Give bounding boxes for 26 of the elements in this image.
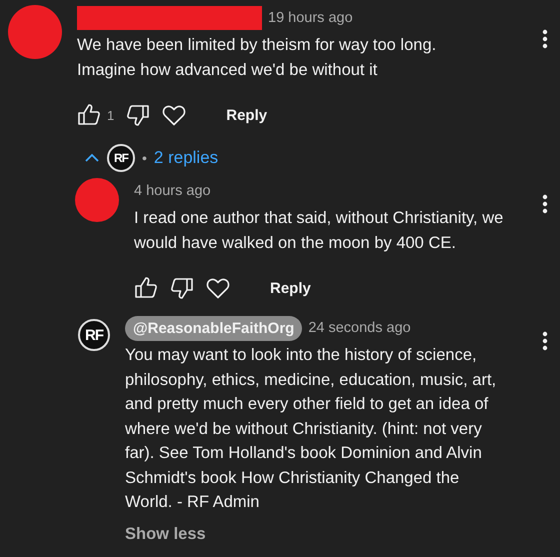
avatar[interactable]: [8, 5, 62, 59]
reply-button[interactable]: Reply: [264, 276, 317, 300]
heart-icon[interactable]: [162, 104, 186, 126]
more-options-icon[interactable]: [542, 194, 548, 214]
more-options-icon[interactable]: [542, 29, 548, 49]
timestamp: 24 seconds ago: [308, 320, 411, 336]
thumbs-up-icon[interactable]: [77, 103, 101, 127]
separator-dot: •: [142, 150, 147, 166]
like-count: 1: [107, 108, 114, 122]
thumbs-down-icon[interactable]: [170, 276, 194, 300]
avatar[interactable]: [75, 178, 119, 222]
heart-icon[interactable]: [206, 277, 230, 299]
comment-text: I read one author that said, without Christianity, we would have walked on the moon by 400 CE.: [134, 208, 504, 254]
thumbs-up-icon[interactable]: [134, 276, 158, 300]
show-less-button[interactable]: Show less: [125, 524, 206, 544]
reply-button[interactable]: Reply: [220, 102, 274, 128]
thumbs-down-icon[interactable]: [126, 103, 150, 127]
timestamp: 4 hours ago: [134, 183, 211, 199]
replies-link[interactable]: 2 replies: [154, 148, 218, 168]
collapse-icon[interactable]: [84, 153, 100, 163]
comment-text: You may want to look into the history of science, philosophy, ethics, medicine, education, music, art, and pretty much every other field to get an idea of where we'd be without Christianity. (hint: not very far). See Tom Holland's book Dominion and Alvin Schmidt's book How Christianity Changed the World. - RF Admin: [125, 345, 498, 513]
channel-avatar: RF: [107, 144, 135, 172]
comment-text: We have been limited by theism for way too long. Imagine how advanced we'd be without it: [77, 35, 438, 80]
more-options-icon[interactable]: [542, 331, 548, 351]
timestamp: 19 hours ago: [268, 10, 353, 26]
channel-avatar[interactable]: RF: [78, 319, 110, 351]
